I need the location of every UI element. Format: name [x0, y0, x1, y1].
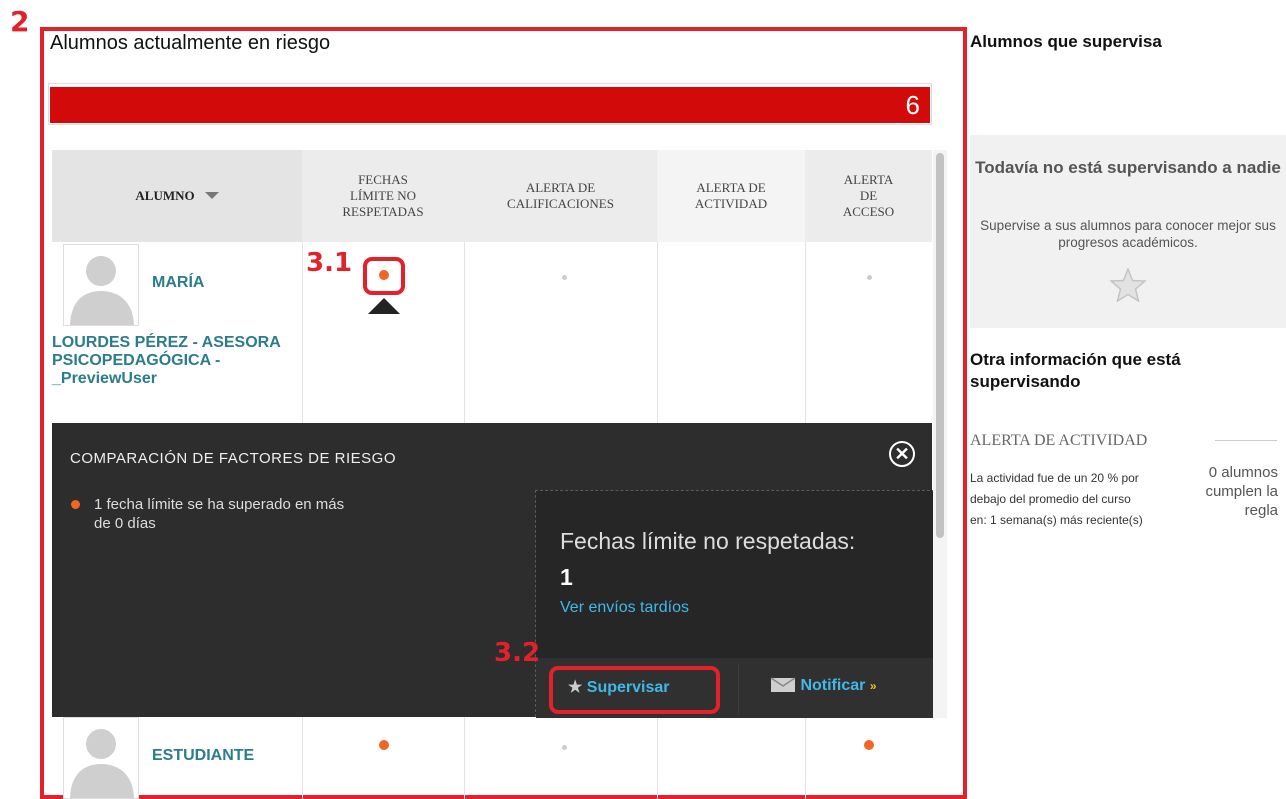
- column-label-fechas: FECHAS LÍMITE NO RESPETADAS: [342, 172, 424, 219]
- column-label-calificaciones: ALERTA DE CALIFICACIONES: [507, 180, 614, 211]
- column-label-acceso: ALERTA DE ACCESO: [842, 172, 895, 219]
- column-header-fechas[interactable]: FECHAS LÍMITE NO RESPETADAS: [302, 150, 464, 242]
- avatar[interactable]: [63, 717, 139, 799]
- activity-alert-heading: ALERTA DE ACTIVIDAD: [970, 432, 1148, 449]
- notify-label: Notificar: [800, 677, 866, 694]
- annotation-label-2: 2: [10, 5, 30, 38]
- student-name-first[interactable]: MARÍA: [152, 274, 204, 292]
- activity-alert-count[interactable]: 0 alumnos cumplen la regla: [1170, 463, 1278, 520]
- column-divider: [464, 717, 465, 799]
- column-header-acceso[interactable]: ALERTA DE ACCESO: [805, 150, 932, 242]
- supervision-empty-state: Todavía no está supervisando a nadie Sup…: [970, 135, 1286, 328]
- table-header: ALUMNO FECHAS LÍMITE NO RESPETADAS ALERT…: [52, 150, 932, 242]
- column-label-alumno: ALUMNO: [135, 188, 195, 203]
- notify-button[interactable]: Notificar »: [770, 677, 877, 695]
- column-divider: [302, 242, 303, 423]
- view-late-submissions-link[interactable]: Ver envíos tardíos: [560, 599, 689, 617]
- access-alert-dot[interactable]: [864, 740, 874, 750]
- callout-label-3-2: 3.2: [494, 638, 541, 668]
- avatar[interactable]: [63, 244, 139, 326]
- activity-alert-description: La actividad fue de un 20 % por debajo d…: [970, 471, 1143, 527]
- empty-state-description: Supervise a sus alumnos para conocer mej…: [980, 218, 1276, 250]
- page-title: Alumnos actualmente en riesgo: [50, 32, 331, 54]
- risk-count-bar[interactable]: 6: [50, 87, 930, 123]
- heading-divider: [1215, 440, 1277, 441]
- risk-factors-popover: COMPARACIÓN DE FACTORES DE RIESGO ✕ 1 fe…: [52, 423, 936, 718]
- column-divider: [805, 242, 806, 423]
- factor-bullet-dot: [71, 500, 80, 509]
- column-label-actividad: ALERTA DE ACTIVIDAD: [694, 180, 768, 211]
- student-name-rest[interactable]: LOURDES PÉREZ - ASESORA PSICOPEDAGÓGICA …: [52, 334, 282, 388]
- risk-factor-text: 1 fecha límite se ha superado en más de …: [94, 496, 345, 532]
- sort-down-icon: [204, 192, 219, 199]
- column-header-calificaciones[interactable]: ALERTA DE CALIFICACIONES: [464, 150, 657, 242]
- column-divider: [657, 242, 658, 423]
- grade-alert-empty-dot: [562, 745, 567, 750]
- column-divider: [464, 242, 465, 423]
- column-divider: [805, 717, 806, 799]
- pointer-triangle: [368, 298, 400, 314]
- footer-divider: [738, 664, 739, 714]
- sidebar-title: Alumnos que supervisa: [970, 32, 1162, 51]
- chevron-down-icon: »: [869, 679, 877, 693]
- avatar-icon: [70, 729, 134, 798]
- detail-value: 1: [560, 564, 573, 590]
- student-name-first[interactable]: ESTUDIANTE: [152, 747, 254, 765]
- close-icon[interactable]: ✕: [889, 441, 915, 467]
- access-alert-empty-dot: [867, 275, 872, 280]
- callout-frame-3-2: [549, 666, 720, 714]
- column-header-actividad[interactable]: ALERTA DE ACTIVIDAD: [657, 150, 805, 242]
- detail-label-text: Fechas límite no respetadas:: [560, 528, 856, 554]
- mail-icon: [770, 677, 796, 692]
- scrollbar-thumb[interactable]: [936, 153, 944, 538]
- deadline-alert-dot[interactable]: [379, 270, 389, 280]
- deadline-alert-dot[interactable]: [379, 740, 389, 750]
- column-divider: [657, 717, 658, 799]
- star-icon: [1110, 268, 1146, 302]
- empty-state-title: Todavía no está supervisando a nadie: [975, 158, 1281, 177]
- avatar-icon: [70, 256, 134, 325]
- detail-label: Fechas límite no respetadas: 1: [560, 523, 860, 595]
- column-divider: [302, 717, 303, 799]
- popover-title: COMPARACIÓN DE FACTORES DE RIESGO: [70, 450, 396, 467]
- other-info-title: Otra información que está supervisando: [970, 350, 1181, 391]
- grade-alert-empty-dot: [562, 275, 567, 280]
- column-header-alumno[interactable]: ALUMNO: [52, 150, 302, 242]
- callout-label-3-1: 3.1: [306, 248, 353, 278]
